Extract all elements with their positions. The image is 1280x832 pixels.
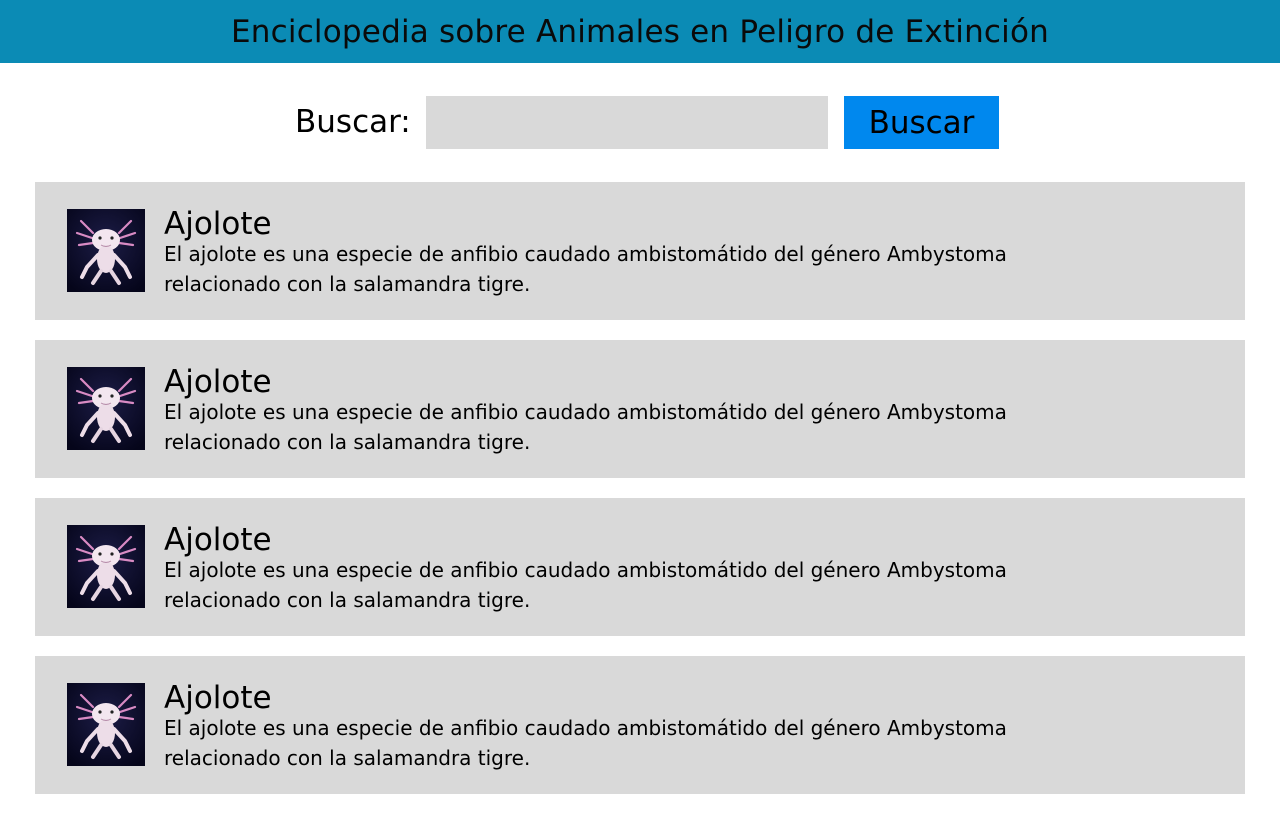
animal-description: El ajolote es una especie de anfibio cau… xyxy=(164,716,1007,770)
animal-name: Ajolote xyxy=(164,522,272,558)
axolotl-image xyxy=(67,683,145,766)
animal-description: El ajolote es una especie de anfibio cau… xyxy=(164,558,1007,612)
search-bar: Buscar: Buscar xyxy=(0,96,1280,149)
animal-description: El ajolote es una especie de anfibio cau… xyxy=(164,242,1007,296)
axolotl-image xyxy=(67,209,145,292)
search-label: Buscar: xyxy=(295,104,411,140)
animal-card[interactable]: Ajolote El ajolote es una especie de anf… xyxy=(35,656,1245,794)
animal-card[interactable]: Ajolote El ajolote es una especie de anf… xyxy=(35,498,1245,636)
animal-name: Ajolote xyxy=(164,364,272,400)
search-input[interactable] xyxy=(426,96,828,149)
axolotl-image xyxy=(67,525,145,608)
animal-name: Ajolote xyxy=(164,680,272,716)
page-title: Enciclopedia sobre Animales en Peligro d… xyxy=(231,13,1049,50)
animal-description: El ajolote es una especie de anfibio cau… xyxy=(164,400,1007,454)
axolotl-image xyxy=(67,367,145,450)
animal-card[interactable]: Ajolote El ajolote es una especie de anf… xyxy=(35,340,1245,478)
animal-name: Ajolote xyxy=(164,206,272,242)
page-header: Enciclopedia sobre Animales en Peligro d… xyxy=(0,0,1280,63)
animal-card[interactable]: Ajolote El ajolote es una especie de anf… xyxy=(35,182,1245,320)
search-button[interactable]: Buscar xyxy=(844,96,999,149)
